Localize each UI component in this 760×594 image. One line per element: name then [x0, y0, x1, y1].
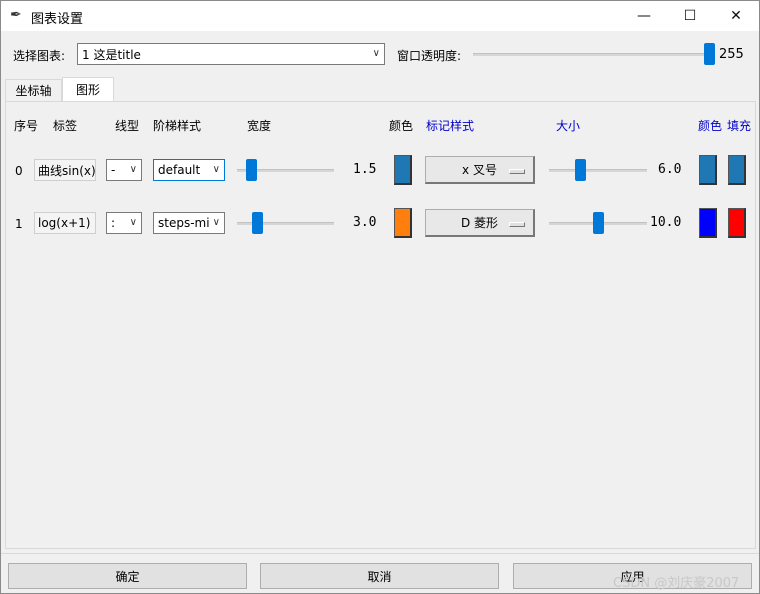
row-0-marker-color-button[interactable]: [699, 155, 717, 185]
chevron-down-icon: ∨: [212, 217, 220, 228]
row-0-width-value: 1.5: [353, 162, 377, 177]
header-drawstyle: 阶梯样式: [153, 119, 202, 133]
close-button[interactable]: ✕: [713, 1, 759, 31]
row-0-size-thumb[interactable]: [575, 159, 586, 181]
row-1-drawstyle-value: steps-mi: [158, 216, 210, 230]
row-1-linestyle-value: :: [111, 216, 116, 230]
row-0-marker-value: x 叉号: [462, 163, 497, 177]
chart-select-label: 选择图表:: [13, 49, 66, 63]
row-1-marker-fill-button[interactable]: [728, 208, 746, 238]
tab-axes[interactable]: 坐标轴: [5, 79, 62, 101]
row-1-width-thumb[interactable]: [252, 212, 263, 234]
row-1-index: 1: [15, 217, 23, 231]
header-marker-fill: 填充: [727, 119, 752, 133]
row-0-linestyle-value: -: [111, 163, 116, 177]
minimize-button[interactable]: —: [621, 1, 667, 31]
row-1-label[interactable]: log(x+1): [34, 212, 96, 234]
row-1-size-slider[interactable]: [549, 212, 647, 234]
opacity-label: 窗口透明度:: [397, 49, 462, 63]
row-0-color-button[interactable]: [394, 155, 412, 185]
opacity-slider-thumb[interactable]: [704, 43, 715, 65]
window-title: 图表设置: [31, 12, 84, 27]
title-bar: ✒ 图表设置 — ☐ ✕: [1, 1, 759, 31]
opacity-slider[interactable]: [473, 43, 715, 65]
row-0-width-slider[interactable]: [237, 159, 334, 181]
row-1-width-value: 3.0: [353, 215, 377, 230]
ok-button[interactable]: 确定: [8, 563, 247, 589]
row-0-index: 0: [15, 164, 23, 178]
row-1-width-slider[interactable]: [237, 212, 334, 234]
header-size: 大小: [556, 119, 581, 133]
row-0-size-slider[interactable]: [549, 159, 647, 181]
row-1-size-thumb[interactable]: [593, 212, 604, 234]
menu-indicator-icon: [509, 169, 525, 174]
chevron-down-icon: ∨: [129, 164, 137, 175]
tab-graphics[interactable]: 图形: [62, 77, 114, 101]
header-marker: 标记样式: [426, 119, 475, 133]
row-0-linestyle-select[interactable]: - ∨: [106, 159, 142, 181]
header-index: 序号: [14, 119, 39, 133]
header-marker-color: 颜色: [698, 119, 723, 133]
header-linestyle: 线型: [115, 119, 140, 133]
row-0-label[interactable]: 曲线sin(x): [34, 159, 96, 181]
row-0-marker-fill-button[interactable]: [728, 155, 746, 185]
chart-select-value: 1 这是title: [82, 47, 141, 62]
chart-select[interactable]: 1 这是title ∨: [77, 43, 385, 65]
chevron-down-icon: ∨: [212, 164, 220, 175]
feather-icon: ✒: [10, 7, 22, 23]
settings-window: ✒ 图表设置 — ☐ ✕ 选择图表: 1 这是title ∨ 窗口透明度: 25…: [0, 0, 760, 594]
row-0-marker-menu[interactable]: x 叉号: [425, 156, 535, 184]
row-1-linestyle-select[interactable]: : ∨: [106, 212, 142, 234]
row-1-marker-color-button[interactable]: [699, 208, 717, 238]
menu-indicator-icon: [509, 222, 525, 227]
maximize-button[interactable]: ☐: [667, 1, 713, 31]
header-width: 宽度: [247, 119, 272, 133]
row-1-marker-menu[interactable]: D 菱形: [425, 209, 535, 237]
row-1-size-value: 10.0: [650, 215, 682, 230]
header-label: 标签: [53, 119, 78, 133]
watermark: CSDN @刘庆豪2007: [613, 576, 740, 591]
row-0-size-value: 6.0: [658, 162, 682, 177]
chevron-down-icon: ∨: [372, 48, 380, 59]
row-0-drawstyle-select[interactable]: default ∨: [153, 159, 225, 181]
opacity-value: 255: [719, 47, 744, 62]
cancel-button[interactable]: 取消: [260, 563, 499, 589]
row-1-drawstyle-select[interactable]: steps-mi ∨: [153, 212, 225, 234]
header-color: 颜色: [389, 119, 414, 133]
chevron-down-icon: ∨: [129, 217, 137, 228]
row-1-marker-value: D 菱形: [460, 216, 499, 230]
row-1-color-button[interactable]: [394, 208, 412, 238]
row-0-width-thumb[interactable]: [246, 159, 257, 181]
row-0-drawstyle-value: default: [158, 163, 201, 177]
